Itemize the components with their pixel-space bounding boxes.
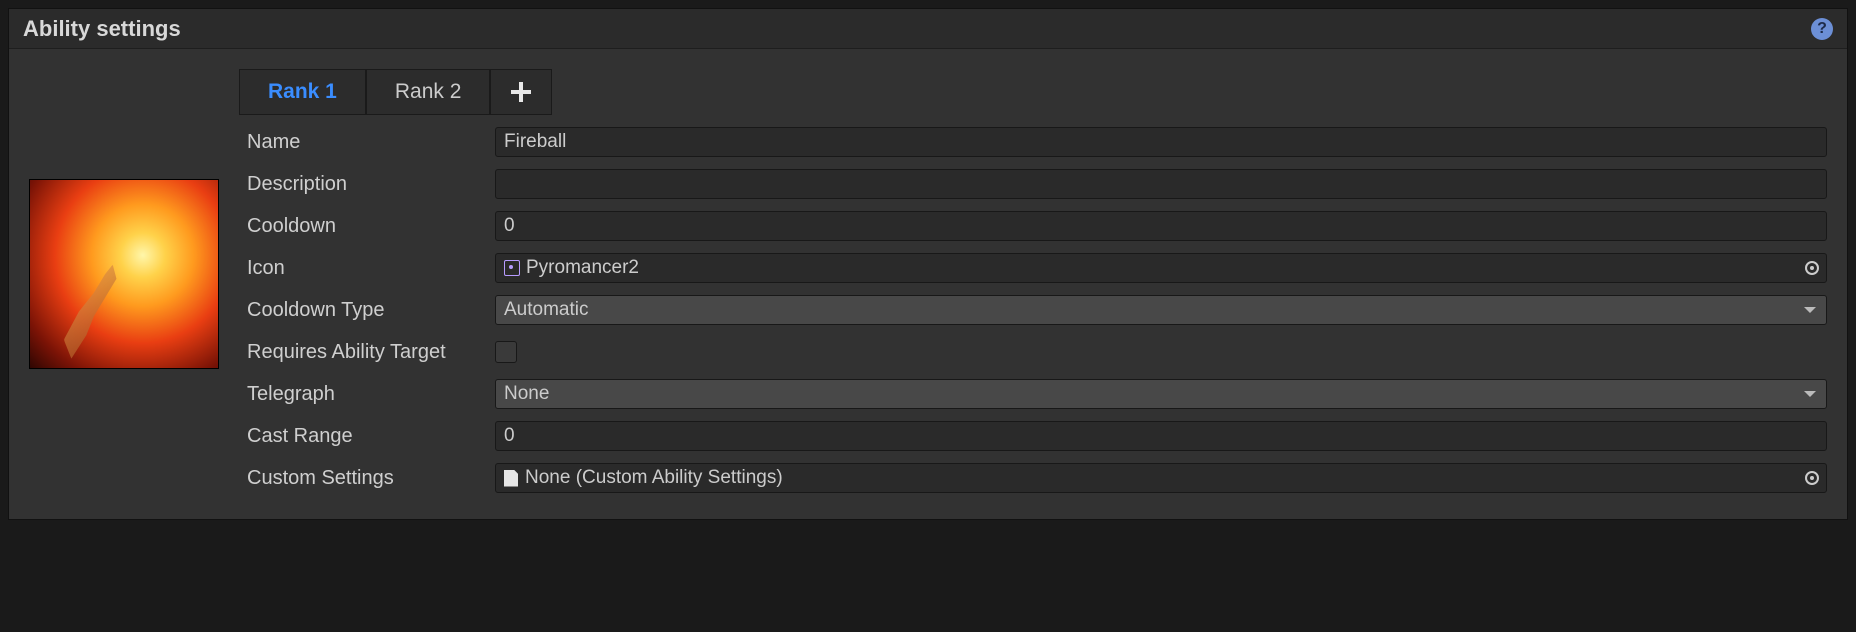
row-description: Description xyxy=(239,163,1827,205)
row-requires-target: Requires Ability Target xyxy=(239,331,1827,373)
dropdown-cooldown-type[interactable]: Automatic xyxy=(495,295,1827,325)
target-icon xyxy=(1805,261,1819,275)
ability-settings-panel: Ability settings ? Rank 1 Rank 2 Name Fi… xyxy=(8,8,1848,520)
picker-custom-settings[interactable]: None (Custom Ability Settings) xyxy=(495,463,1827,493)
dropdown-telegraph-value: None xyxy=(504,383,549,405)
label-cooldown-type: Cooldown Type xyxy=(239,299,495,322)
tab-add-rank[interactable] xyxy=(490,69,552,115)
checkbox-requires-target[interactable] xyxy=(495,341,517,363)
dropdown-cooldown-type-value: Automatic xyxy=(504,299,588,321)
tab-rank-1[interactable]: Rank 1 xyxy=(239,69,366,115)
input-cooldown[interactable]: 0 xyxy=(495,211,1827,241)
help-icon[interactable]: ? xyxy=(1811,18,1833,40)
panel-body: Rank 1 Rank 2 Name Fireball Description … xyxy=(9,49,1847,519)
panel-header: Ability settings ? xyxy=(9,9,1847,49)
file-icon xyxy=(504,470,518,487)
ability-icon-preview[interactable] xyxy=(29,179,219,369)
checkbox-wrap-requires-target xyxy=(495,341,1827,363)
label-telegraph: Telegraph xyxy=(239,383,495,406)
picker-icon[interactable]: Pyromancer2 xyxy=(495,253,1827,283)
input-description[interactable] xyxy=(495,169,1827,199)
chevron-down-icon xyxy=(1804,307,1816,313)
picker-custom-settings-button[interactable] xyxy=(1802,468,1822,488)
rank-tabs: Rank 1 Rank 2 xyxy=(239,69,1827,115)
panel-title: Ability settings xyxy=(23,16,1811,42)
row-custom-settings: Custom Settings None (Custom Ability Set… xyxy=(239,457,1827,499)
sprite-icon xyxy=(504,260,520,276)
label-custom-settings: Custom Settings xyxy=(239,467,495,490)
label-description: Description xyxy=(239,173,495,196)
row-name: Name Fireball xyxy=(239,121,1827,163)
picker-custom-settings-value: None (Custom Ability Settings) xyxy=(525,467,783,489)
target-icon xyxy=(1805,471,1819,485)
label-name: Name xyxy=(239,131,495,154)
row-cooldown: Cooldown 0 xyxy=(239,205,1827,247)
label-cast-range: Cast Range xyxy=(239,425,495,448)
row-telegraph: Telegraph None xyxy=(239,373,1827,415)
label-icon: Icon xyxy=(239,257,495,280)
label-cooldown: Cooldown xyxy=(239,215,495,238)
picker-icon-value: Pyromancer2 xyxy=(526,257,639,279)
label-requires-target: Requires Ability Target xyxy=(239,341,495,364)
plus-icon xyxy=(511,82,531,102)
row-cast-range: Cast Range 0 xyxy=(239,415,1827,457)
row-icon: Icon Pyromancer2 xyxy=(239,247,1827,289)
row-cooldown-type: Cooldown Type Automatic xyxy=(239,289,1827,331)
dropdown-telegraph[interactable]: None xyxy=(495,379,1827,409)
input-name[interactable]: Fireball xyxy=(495,127,1827,157)
chevron-down-icon xyxy=(1804,391,1816,397)
picker-icon-button[interactable] xyxy=(1802,258,1822,278)
input-cast-range[interactable]: 0 xyxy=(495,421,1827,451)
form-area: Rank 1 Rank 2 Name Fireball Description … xyxy=(239,69,1827,499)
tab-rank-2[interactable]: Rank 2 xyxy=(366,69,491,115)
